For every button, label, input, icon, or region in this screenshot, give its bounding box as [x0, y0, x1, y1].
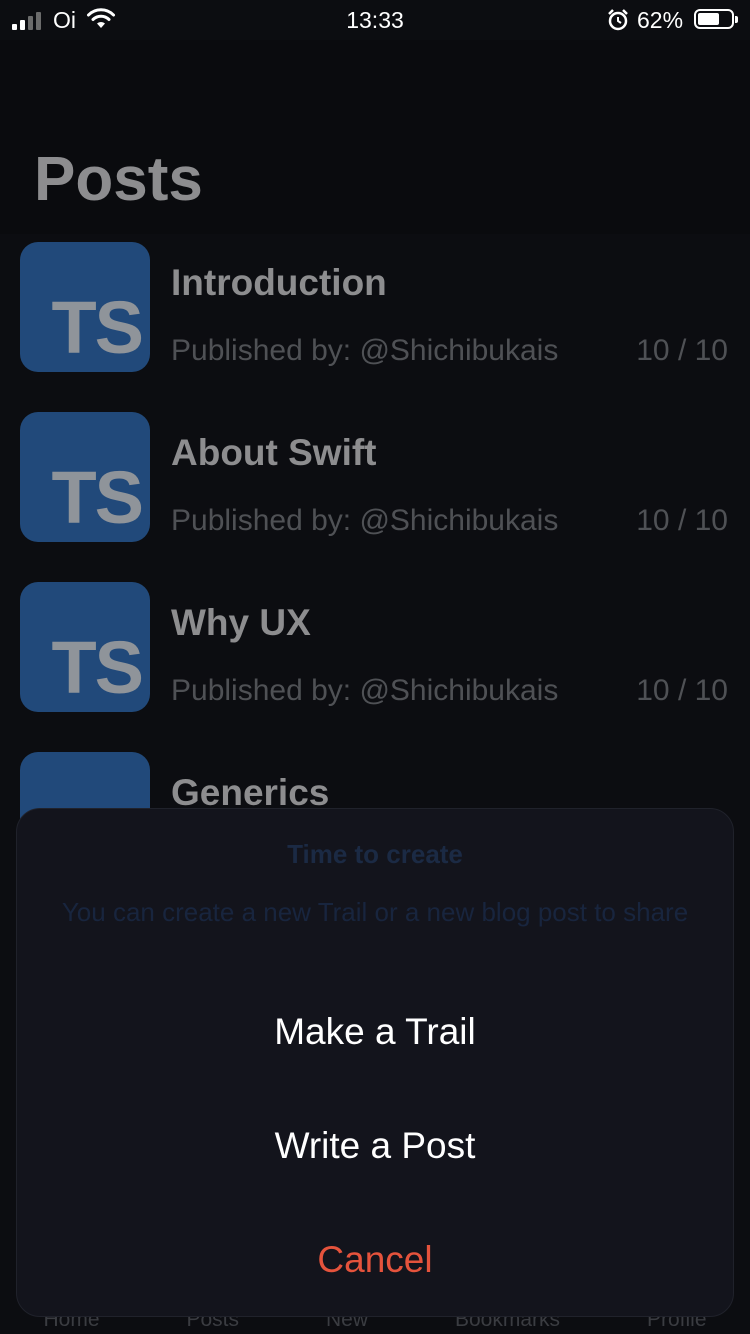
post-author: Published by: @Shichibukais: [171, 334, 559, 367]
post-score: 10 / 10: [636, 504, 728, 537]
post-score: 10 / 10: [636, 674, 728, 707]
battery-percentage: 62%: [637, 7, 684, 33]
post-author: Published by: @Shichibukais: [171, 674, 559, 707]
post-thumbnail: TS: [20, 242, 150, 372]
post-thumbnail: TS: [20, 412, 150, 542]
post-score: 10 / 10: [636, 334, 728, 367]
action-sheet-title: Time to create: [287, 839, 463, 869]
list-item[interactable]: TS About Swift Published by: @Shichibuka…: [0, 404, 750, 574]
thumbnail-text: TS: [51, 626, 144, 709]
action-sheet: Time to create You can create a new Trai…: [16, 808, 734, 1317]
thumbnail-text: TS: [51, 286, 144, 369]
navigation-header: Posts: [0, 40, 750, 234]
cancel-button[interactable]: Cancel: [17, 1239, 733, 1281]
page-title: Posts: [34, 145, 203, 214]
list-item[interactable]: TS Why UX Published by: @Shichibukais 10…: [0, 574, 750, 744]
status-bar: Oi 13:33 62%: [0, 0, 750, 40]
alarm-icon: [606, 8, 630, 38]
post-title: Why UX: [171, 602, 311, 643]
battery-icon: [694, 9, 738, 29]
make-trail-button[interactable]: Make a Trail: [17, 1011, 733, 1053]
list-item[interactable]: TS Introduction Published by: @Shichibuk…: [0, 234, 750, 404]
post-thumbnail: TS: [20, 582, 150, 712]
thumbnail-text: TS: [51, 456, 144, 539]
post-author: Published by: @Shichibukais: [171, 504, 559, 537]
post-title: Introduction: [171, 262, 387, 303]
action-sheet-message: You can create a new Trail or a new blog…: [61, 897, 689, 927]
write-post-button[interactable]: Write a Post: [17, 1125, 733, 1167]
post-title: About Swift: [171, 432, 377, 473]
